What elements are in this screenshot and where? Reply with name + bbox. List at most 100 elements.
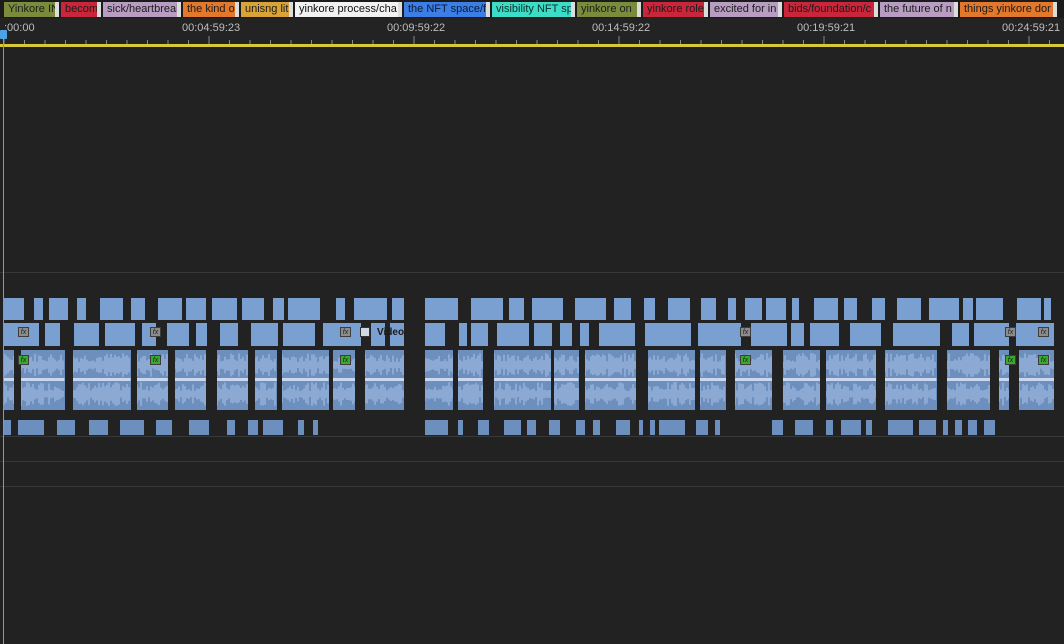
video-clip[interactable]	[975, 298, 1003, 320]
video-clip[interactable]	[765, 298, 787, 320]
audio-clip[interactable]	[503, 420, 521, 435]
video-clip[interactable]	[212, 298, 238, 320]
audio-clip[interactable]	[493, 350, 552, 410]
fx-badge-icon[interactable]: fx	[1038, 327, 1049, 337]
video-clip[interactable]	[130, 298, 145, 320]
playhead-icon[interactable]	[0, 30, 7, 39]
video-clip[interactable]	[273, 298, 285, 320]
audio-clip[interactable]	[4, 420, 11, 435]
video-clip[interactable]	[167, 323, 190, 346]
video-clip[interactable]	[34, 298, 44, 320]
video-clip[interactable]	[196, 323, 208, 346]
fx-badge-icon[interactable]: fx	[340, 327, 351, 337]
audio-clip[interactable]	[887, 420, 914, 435]
video-clip[interactable]	[892, 323, 940, 346]
fx-badge-icon[interactable]: fx	[1038, 355, 1049, 365]
audio-clip[interactable]	[57, 420, 75, 435]
fx-badge-icon[interactable]: fx	[340, 355, 351, 365]
video-clip[interactable]	[283, 323, 316, 346]
fx-badge-icon[interactable]: fx	[740, 355, 751, 365]
video-clip[interactable]	[668, 298, 691, 320]
video-clip[interactable]	[1016, 298, 1042, 320]
video-clip[interactable]	[425, 323, 445, 346]
video-clip[interactable]	[105, 323, 135, 346]
audio-clip[interactable]	[263, 420, 283, 435]
audio-clip[interactable]	[364, 350, 404, 410]
video-clip[interactable]	[643, 298, 655, 320]
video-clip[interactable]	[559, 323, 572, 346]
video-clip[interactable]	[962, 298, 973, 320]
video-clip[interactable]	[790, 323, 804, 346]
video-clip[interactable]	[158, 298, 183, 320]
audio-clip[interactable]	[659, 420, 685, 435]
audio-clip[interactable]	[584, 350, 636, 410]
audio-clip[interactable]	[255, 350, 277, 410]
video-clip[interactable]	[425, 298, 459, 320]
audio-clip[interactable]	[478, 420, 490, 435]
video-clip[interactable]	[335, 298, 346, 320]
video-clip[interactable]	[727, 298, 737, 320]
audio-clip[interactable]	[782, 350, 820, 410]
video-clip[interactable]	[533, 323, 552, 346]
video-clip[interactable]	[810, 323, 839, 346]
video-clip[interactable]	[4, 298, 24, 320]
audio-clip[interactable]	[458, 350, 483, 410]
audio-clip[interactable]	[885, 350, 937, 410]
audio-clip[interactable]	[73, 350, 132, 410]
audio-clip[interactable]	[639, 420, 644, 435]
video-clip[interactable]	[471, 298, 504, 320]
video-clip[interactable]	[745, 298, 762, 320]
audio-clip[interactable]	[526, 420, 537, 435]
video-clip[interactable]	[77, 298, 86, 320]
audio-clip[interactable]	[425, 420, 449, 435]
audio-clip[interactable]	[984, 420, 995, 435]
playhead[interactable]	[0, 30, 7, 644]
audio-clip[interactable]	[866, 420, 872, 435]
video-clip[interactable]	[496, 323, 530, 346]
audio-clip[interactable]	[226, 420, 235, 435]
video-clip[interactable]	[814, 298, 838, 320]
video-clip[interactable]	[952, 323, 970, 346]
audio-clip[interactable]	[946, 350, 991, 410]
audio-clip[interactable]	[576, 420, 585, 435]
video-clip[interactable]	[509, 298, 524, 320]
audio-clip[interactable]	[715, 420, 720, 435]
audio-clip[interactable]	[699, 350, 726, 410]
audio-clip[interactable]	[188, 420, 210, 435]
audio-clip[interactable]	[89, 420, 108, 435]
video-clip[interactable]	[531, 298, 564, 320]
audio-clip[interactable]	[772, 420, 783, 435]
video-clip[interactable]	[645, 323, 692, 346]
fx-badge-icon[interactable]: fx	[740, 327, 751, 337]
audio-clip[interactable]	[954, 420, 962, 435]
audio-clip[interactable]	[649, 420, 655, 435]
audio-clip[interactable]	[281, 350, 329, 410]
audio-clip[interactable]	[18, 420, 45, 435]
video-clip[interactable]	[458, 323, 468, 346]
audio-clip[interactable]	[795, 420, 813, 435]
audio-clip[interactable]	[216, 350, 249, 410]
fx-badge-icon[interactable]: fx	[150, 355, 161, 365]
audio-clip[interactable]	[616, 420, 630, 435]
audio-clip[interactable]	[592, 420, 600, 435]
video-clip[interactable]	[843, 298, 857, 320]
audio-clip[interactable]	[554, 350, 579, 410]
fx-badge-icon[interactable]: fx	[1005, 355, 1016, 365]
audio-clip[interactable]	[696, 420, 709, 435]
audio-clip[interactable]	[548, 420, 560, 435]
audio-clip[interactable]	[919, 420, 936, 435]
fx-badge-icon[interactable]: fx	[18, 327, 29, 337]
video-clip[interactable]	[697, 323, 741, 346]
video-clip[interactable]	[287, 298, 321, 320]
audio-clip[interactable]	[942, 420, 948, 435]
video-clip[interactable]	[73, 323, 100, 346]
video-clip[interactable]	[613, 298, 631, 320]
video-clip[interactable]	[849, 323, 882, 346]
video-clip[interactable]	[751, 323, 788, 346]
video-clip[interactable]	[792, 298, 799, 320]
video-clip[interactable]	[186, 298, 207, 320]
video-clip[interactable]	[872, 298, 885, 320]
video-clip[interactable]	[580, 323, 590, 346]
audio-clip[interactable]	[425, 350, 454, 410]
fx-badge-icon[interactable]: fx	[18, 355, 29, 365]
